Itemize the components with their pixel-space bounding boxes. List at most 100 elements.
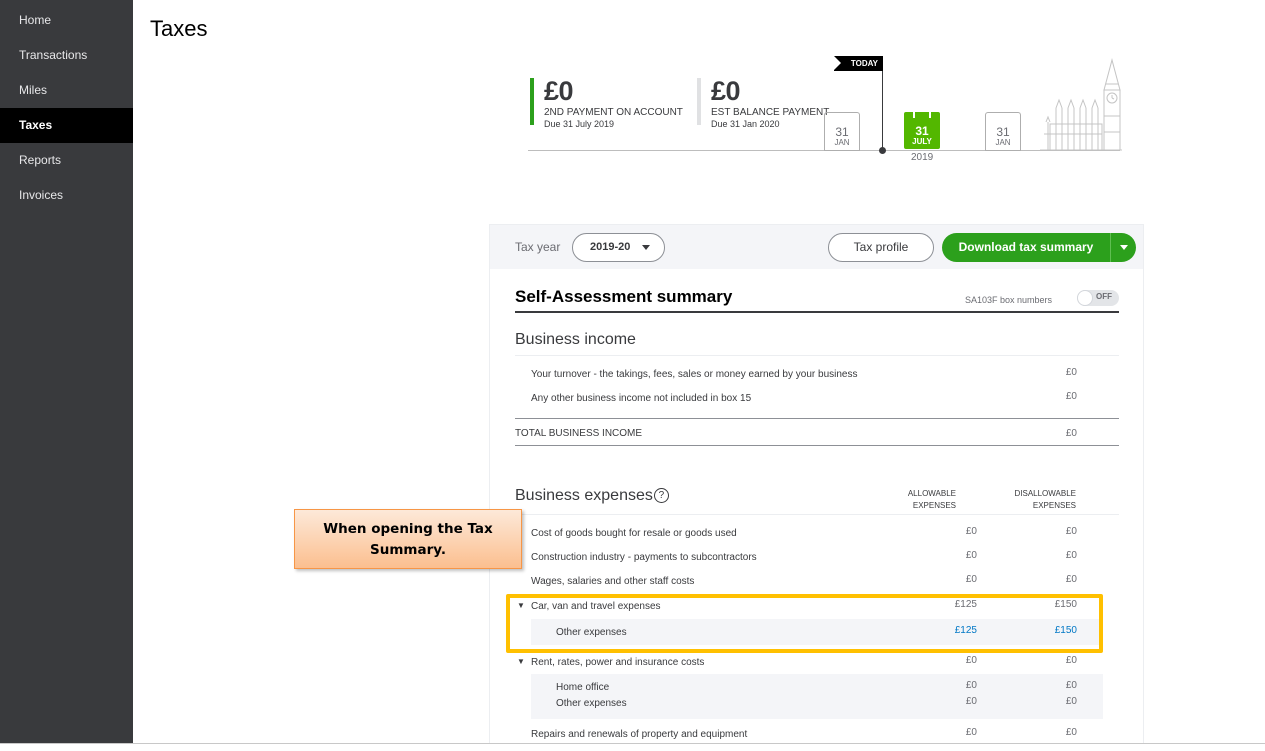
expense-row-expandable[interactable]: ▼ Car, van and travel expenses £125 £150: [515, 596, 1119, 618]
sidebar-item-invoices[interactable]: Invoices: [0, 178, 133, 213]
expense-sub-row: Other expenses £125 £150: [515, 622, 1119, 644]
expense-row: Construction industry - payments to subc…: [515, 547, 1119, 569]
page-title: Taxes: [150, 16, 208, 41]
balance-payment: £0 EST BALANCE PAYMENT Due 31 Jan 2020: [697, 76, 830, 129]
calendar-month: JAN: [995, 138, 1011, 147]
london-skyline-icon: [1040, 58, 1122, 151]
expense-row: Cost of goods bought for resale or goods…: [515, 523, 1119, 545]
caret-down-icon: [1120, 245, 1128, 250]
allowable-value: £0: [965, 574, 977, 585]
annotation-callout: When opening the Tax Summary.: [294, 509, 522, 569]
divider: [515, 311, 1119, 313]
income-row: Any other business income not included i…: [515, 388, 1119, 410]
row-value: £0: [1065, 391, 1077, 402]
row-label: TOTAL BUSINESS INCOME: [515, 428, 643, 439]
divider: [515, 355, 1119, 356]
allowable-value: £0: [965, 696, 977, 707]
allowable-value: £125: [954, 599, 977, 610]
box-numbers-label: SA103F box numbers: [965, 295, 1053, 305]
allowable-column-header: ALLOWABLE EXPENSES: [908, 488, 956, 512]
row-value: £0: [1065, 428, 1077, 439]
row-label: Your turnover - the takings, fees, sales…: [531, 369, 858, 380]
allowable-value: £0: [965, 680, 977, 691]
calendar-day: 31: [996, 125, 1010, 139]
bottom-scroll-edge: [0, 743, 1265, 751]
tax-year-label: Tax year: [515, 240, 561, 254]
expense-sub-row: Other expenses £0 £0: [515, 693, 1119, 715]
payment-amount: £0: [544, 76, 574, 106]
calendar-day: 31: [835, 125, 849, 139]
payment-amount: £0: [711, 76, 741, 106]
today-flagpole: [882, 58, 883, 150]
sidebar: Home Transactions Miles Taxes Reports In…: [0, 0, 133, 743]
total-income-row: TOTAL BUSINESS INCOME £0: [515, 423, 1119, 445]
tax-summary-card: Tax year 2019-20 Tax profile Download ta…: [489, 224, 1144, 751]
allowable-value: £0: [965, 526, 977, 537]
sidebar-item-home[interactable]: Home: [0, 3, 133, 38]
calendar-month: JAN: [834, 138, 850, 147]
disallowable-value: £0: [1065, 550, 1077, 561]
tax-profile-button[interactable]: Tax profile: [828, 233, 934, 262]
row-label: Home office: [556, 682, 610, 693]
business-income-heading: Business income: [515, 331, 636, 348]
row-label: Other expenses: [556, 698, 627, 709]
expand-triangle-icon[interactable]: ▼: [517, 601, 525, 610]
expense-row: Wages, salaries and other staff costs £0…: [515, 571, 1119, 593]
row-label: Construction industry - payments to subc…: [531, 552, 757, 563]
disallowable-value: £0: [1065, 696, 1077, 707]
tax-year-select[interactable]: 2019-20: [572, 233, 665, 262]
toggle-state: OFF: [1096, 292, 1112, 301]
summary-title: Self-Assessment summary: [515, 287, 733, 306]
calendar-icon: 31 JAN: [985, 112, 1021, 151]
disallowable-value: £150: [1054, 599, 1077, 610]
row-label: Car, van and travel expenses: [531, 601, 661, 612]
divider: [515, 445, 1119, 446]
download-options-button[interactable]: [1110, 233, 1136, 262]
allowable-value: £0: [965, 550, 977, 561]
calendar-icon-current: 31 JULY: [904, 112, 940, 149]
calendar-day: 31: [915, 124, 929, 138]
sidebar-item-miles[interactable]: Miles: [0, 73, 133, 108]
card-toolbar: Tax year 2019-20 Tax profile Download ta…: [490, 225, 1143, 269]
sidebar-item-reports[interactable]: Reports: [0, 143, 133, 178]
disallowable-value-link[interactable]: £150: [1055, 625, 1077, 636]
disallowable-value: £0: [1065, 655, 1077, 666]
disallowable-value: £0: [1065, 727, 1077, 738]
header-line: DISALLOWABLE: [1014, 489, 1076, 498]
download-tax-summary-button[interactable]: Download tax summary: [942, 233, 1136, 262]
caret-down-icon: [642, 245, 650, 250]
allowable-value-link[interactable]: £125: [955, 625, 977, 636]
calendar-month: JULY: [912, 137, 932, 146]
divider: [515, 514, 1119, 515]
payment-label: EST BALANCE PAYMENT: [711, 107, 830, 118]
sidebar-item-taxes[interactable]: Taxes: [0, 108, 133, 143]
disallowable-value: £0: [1065, 680, 1077, 691]
expense-row-expandable[interactable]: ▼ Rent, rates, power and insurance costs…: [515, 652, 1119, 674]
payment-label: 2ND PAYMENT ON ACCOUNT: [544, 107, 683, 118]
header-line: EXPENSES: [1032, 501, 1076, 510]
payment-due: Due 31 Jan 2020: [711, 119, 780, 129]
disallowable-value: £0: [1065, 526, 1077, 537]
divider: [515, 418, 1119, 419]
calendar-icon: 31 JAN: [824, 112, 860, 151]
timeline-year: 2019: [911, 152, 934, 163]
box-numbers-toggle[interactable]: OFF: [1077, 290, 1119, 306]
row-label: Any other business income not included i…: [531, 393, 752, 404]
payment-due: Due 31 July 2019: [544, 119, 615, 129]
row-label: Repairs and renewals of property and equ…: [531, 729, 748, 740]
allowable-value: £0: [965, 727, 977, 738]
sidebar-item-transactions[interactable]: Transactions: [0, 38, 133, 73]
expand-triangle-icon[interactable]: ▼: [517, 657, 525, 666]
row-value: £0: [1065, 367, 1077, 378]
disallowable-value: £0: [1065, 574, 1077, 585]
today-marker: [879, 147, 886, 154]
heading-text: Business expenses: [515, 487, 653, 504]
help-icon[interactable]: ?: [653, 488, 669, 503]
header-line: EXPENSES: [912, 501, 956, 510]
row-label: Rent, rates, power and insurance costs: [531, 657, 705, 668]
payment-timeline: £0 2ND PAYMENT ON ACCOUNT Due 31 July 20…: [528, 52, 1128, 172]
tax-year-value: 2019-20: [590, 241, 631, 253]
header-line: ALLOWABLE: [907, 489, 956, 498]
download-label[interactable]: Download tax summary: [942, 233, 1110, 262]
income-row: Your turnover - the takings, fees, sales…: [515, 364, 1119, 386]
